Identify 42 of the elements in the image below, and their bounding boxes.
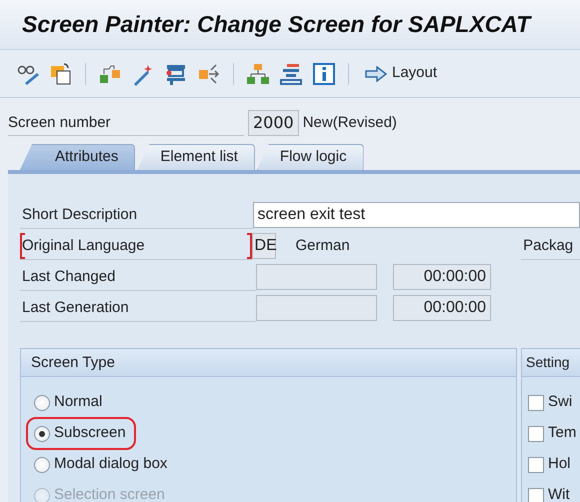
language-name: German (296, 236, 351, 256)
group-title: Screen Type (21, 349, 516, 377)
screen-number-field: 2000 (248, 110, 299, 136)
option-label[interactable]: Wit (548, 484, 570, 502)
date-field[interactable] (256, 264, 377, 290)
time-field[interactable]: 00:00:00 (393, 295, 491, 321)
checkbox[interactable] (528, 426, 544, 442)
arrow-icon (365, 66, 387, 82)
layout-button[interactable]: Layout (361, 62, 442, 85)
date-field[interactable] (256, 295, 377, 321)
field-label: Last Changed (20, 264, 256, 291)
time-field[interactable]: 00:00:00 (393, 264, 491, 290)
radio-button[interactable] (34, 456, 50, 472)
radio-button[interactable] (34, 426, 50, 442)
option-label[interactable]: Subscreen (54, 422, 126, 445)
checkbox[interactable] (528, 456, 544, 472)
field-label: Short Description (20, 202, 254, 229)
radio-button[interactable] (34, 394, 50, 410)
checkbox[interactable] (528, 394, 544, 410)
option-label[interactable]: Hol (548, 453, 571, 476)
field-label: Original Language (20, 233, 252, 260)
info-icon[interactable] (312, 62, 336, 86)
option-label[interactable]: Normal (54, 391, 102, 414)
status-text: New(Revised) (302, 112, 397, 133)
tab[interactable]: Element list (137, 144, 255, 170)
language-field[interactable]: DE (252, 233, 276, 259)
field-label: Screen number (8, 110, 244, 136)
group-title: Setting (522, 349, 580, 377)
checkbox[interactable] (528, 488, 544, 502)
window-title: Screen Painter: Change Screen for SAPLXCAT (22, 10, 530, 40)
option-label[interactable]: Swi (548, 391, 572, 414)
tab[interactable]: Attributes (20, 144, 136, 170)
field-label: Packag (521, 233, 580, 260)
option-label[interactable]: Modal dialog box (54, 453, 168, 476)
input-field[interactable]: screen exit test (253, 202, 580, 228)
export-arrows-icon[interactable] (197, 62, 221, 86)
hierarchy-icon[interactable] (246, 62, 270, 86)
copy-window-icon[interactable] (49, 62, 73, 86)
align-lines-icon[interactable] (279, 62, 303, 86)
field-label: Last Generation (20, 295, 256, 322)
tab[interactable]: Flow logic (256, 144, 364, 170)
option-label[interactable]: Tem (548, 422, 576, 445)
